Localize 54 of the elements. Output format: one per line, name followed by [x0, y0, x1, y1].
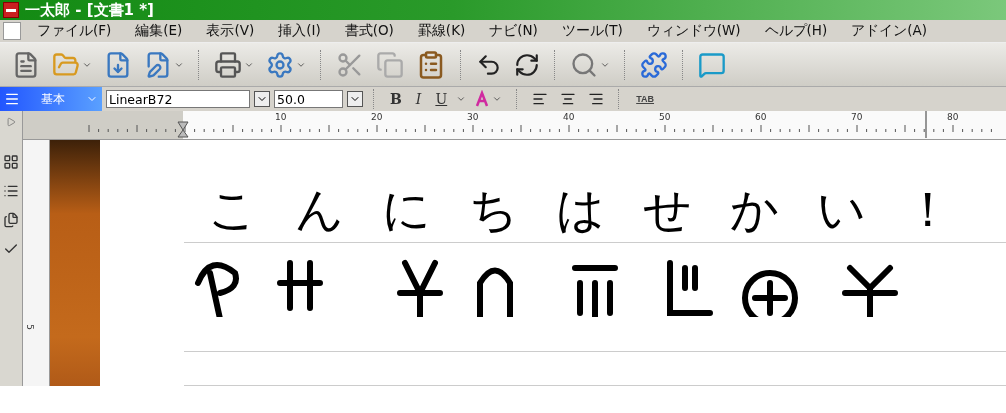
handwritten-text: こんにちはせかい！ — [184, 178, 1006, 243]
dropdown-button[interactable] — [347, 91, 363, 107]
ruler-label: 70 — [851, 112, 863, 122]
ruler-label: 20 — [371, 112, 383, 122]
menu-item[interactable]: ヘルプ(H) — [752, 22, 840, 40]
font-field[interactable]: LinearB72 — [106, 90, 250, 108]
toolbar-button[interactable] — [3, 183, 19, 199]
ruler-label: 40 — [563, 112, 575, 122]
menu-item[interactable]: ウィンドウ(W) — [634, 22, 753, 40]
grid-icon — [3, 154, 19, 170]
dropdown-icon — [492, 94, 503, 104]
menu-item[interactable]: 罫線(K) — [405, 22, 478, 40]
dropdown-icon — [456, 94, 467, 104]
tab-button[interactable]: TAB — [630, 93, 661, 105]
pages-icon — [3, 212, 19, 228]
menu-item[interactable]: 書式(O) — [332, 22, 406, 40]
ruler-label: 5 — [24, 324, 35, 330]
app-icon — [3, 2, 19, 18]
toolbar-button[interactable] — [3, 154, 19, 170]
gear-icon — [266, 50, 294, 79]
ruler-label: 10 — [275, 112, 287, 122]
play-icon — [6, 117, 16, 127]
document-icon[interactable] — [3, 22, 21, 40]
menu-item[interactable]: 表示(V) — [194, 22, 267, 40]
printer-icon — [214, 50, 242, 79]
align-right-icon — [588, 91, 605, 107]
puzzle-icon — [640, 50, 668, 79]
align-left-icon — [532, 91, 549, 107]
toolbar-button[interactable] — [3, 212, 19, 228]
redo-icon — [514, 51, 540, 78]
menu-item[interactable]: 挿入(I) — [266, 22, 333, 40]
style-dropdown[interactable]: 基本 — [0, 87, 102, 111]
size-field[interactable]: 50.0 — [274, 90, 343, 108]
underline-button[interactable]: U — [430, 91, 453, 107]
window-title: 一太郎 - [文書1 *] — [25, 0, 154, 20]
search-icon — [570, 50, 598, 79]
align-center-icon — [560, 91, 577, 107]
menu-item[interactable]: アドイン(A) — [839, 22, 940, 40]
copy-icon — [376, 50, 404, 79]
dropdown-button[interactable] — [254, 91, 270, 107]
ruler-label: 60 — [755, 112, 767, 122]
ruler-label: 30 — [467, 112, 479, 122]
indent-marker[interactable] — [177, 121, 189, 138]
list-icon — [3, 183, 19, 199]
italic-button[interactable]: I — [410, 91, 427, 107]
ruler-label: 50 — [659, 112, 671, 122]
ruler-label: 80 — [947, 112, 959, 122]
menu-item[interactable]: 編集(E) — [123, 22, 195, 40]
menu-icon — [4, 91, 20, 107]
menu-item[interactable]: ツール(T) — [549, 22, 635, 40]
menu-item[interactable]: ナビ(N) — [477, 22, 550, 40]
bold-button[interactable]: B — [385, 91, 407, 107]
speech-bubble-icon — [698, 50, 726, 79]
menu-item[interactable]: ファイル(F) — [25, 22, 124, 40]
